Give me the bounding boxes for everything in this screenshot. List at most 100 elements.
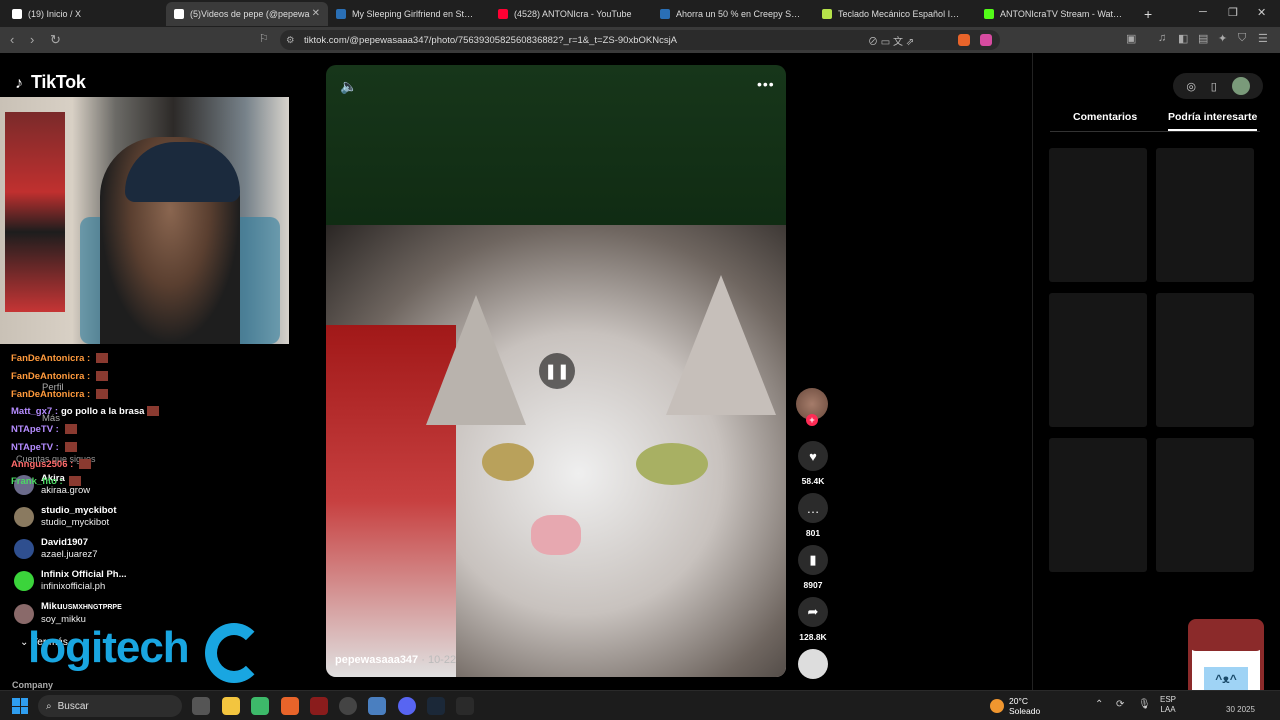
close-window-icon[interactable]: ✕ (1257, 6, 1266, 19)
tab-title: Teclado Mecánico Español Inalámbri (838, 8, 963, 19)
logitech-logo: logitech (28, 623, 190, 672)
brave-browser-icon[interactable] (281, 697, 299, 715)
comment-action[interactable]: … 801 (797, 493, 829, 538)
save-action[interactable]: ▮ 8907 (797, 545, 829, 590)
like-action[interactable]: ♥ 58.4K (797, 441, 829, 486)
clock-day: 30 (1226, 705, 1235, 714)
comment-count: 801 (805, 528, 821, 538)
suggested-video-tile[interactable] (1156, 148, 1254, 282)
settings-icon[interactable] (368, 697, 386, 715)
chat-message: FanDeAntonicra : (11, 371, 109, 382)
minimize-icon[interactable]: ─ (1199, 6, 1207, 18)
cat-ear-left (426, 295, 526, 425)
tab-you-may-like[interactable]: Podría interesarte (1168, 111, 1258, 131)
following-name-text: studio_myckibot (41, 505, 117, 516)
comment-icon[interactable]: … (798, 493, 828, 523)
browser-tab[interactable]: My Sleeping Girlfriend en Steam (328, 2, 490, 26)
suggested-video-tile[interactable] (1049, 148, 1147, 282)
forward-icon[interactable]: › (30, 32, 34, 47)
music-disc-icon[interactable] (798, 649, 828, 679)
search-placeholder: Buscar (57, 700, 89, 712)
store-icon (822, 8, 832, 19)
site-info-icon[interactable]: ⚙ (286, 35, 295, 46)
browser-tab[interactable]: (4528) ANTONIcra - YouTube (490, 2, 652, 26)
windows-taskbar: ⌕ Buscar 20°C Soleado ⌃ ⟳ 🎙 ESP LAA 30 2025 (0, 690, 1280, 720)
more-options-icon[interactable]: ••• (757, 76, 775, 92)
device-icon[interactable]: ▯ (1211, 80, 1217, 93)
microphone-icon[interactable]: 🎙 (1138, 699, 1151, 710)
video-author[interactable]: pepewasaaa347 · 10-22 (335, 654, 456, 666)
tab-comments[interactable]: Comentarios (1073, 111, 1137, 123)
windows-start-icon[interactable] (12, 698, 28, 714)
page-tools-icons[interactable]: ⊘ ▭ 文 ⇗ (868, 33, 914, 48)
browser-tab[interactable]: (19) Inicio / X (4, 2, 166, 26)
tabs-underline (1050, 131, 1260, 132)
avatar (14, 539, 34, 559)
chat-user: Matt_gx7 : (11, 406, 58, 417)
suggested-video-tile[interactable] (1156, 293, 1254, 427)
user-avatar[interactable] (1231, 77, 1250, 95)
cat-eye-right (636, 443, 708, 485)
suggested-video-tile[interactable] (1156, 438, 1254, 572)
chat-user: Frank_fito : (11, 476, 63, 487)
language-indicator[interactable]: ESP LAA (1160, 695, 1176, 715)
bookmark-save-icon[interactable]: ▮ (798, 545, 828, 575)
following-item[interactable]: Infinix Official Ph... infinixofficial.ph (14, 569, 127, 593)
activity-icon[interactable]: ◎ (1186, 80, 1196, 93)
screenshot-icon[interactable]: ▣ (1126, 32, 1136, 45)
bookmark-icon[interactable]: ⚐ (259, 32, 269, 45)
browser-tab[interactable]: Teclado Mecánico Español Inalámbri (814, 2, 976, 26)
browser-tab[interactable]: (5)Videos de pepe (@pepewa ✕ (166, 1, 328, 26)
chat-user: FanDeAntonicra : (11, 389, 91, 400)
heart-icon[interactable]: ♥ (798, 441, 828, 471)
following-item[interactable]: David1907 azael.juarez7 (14, 537, 98, 561)
pause-button[interactable]: ❚❚ (539, 353, 575, 389)
weather-widget[interactable]: 20°C Soleado (990, 696, 1040, 716)
browser-tab[interactable]: ANTONIcraTV Stream - Watch Live o (976, 2, 1138, 26)
steam-icon[interactable] (427, 697, 445, 715)
obs-icon[interactable] (339, 697, 357, 715)
wallet-icon[interactable]: ▤ (1198, 32, 1208, 45)
sidebar-toggle-icon[interactable]: ◧ (1178, 32, 1188, 45)
epic-games-icon[interactable] (456, 697, 474, 715)
following-item[interactable]: studio_myckibot studio_myckibot (14, 505, 117, 529)
address-bar[interactable]: ⚙ tiktok.com/@pepewasaaa347/photo/756393… (280, 30, 1000, 50)
reload-icon[interactable]: ↻ (50, 32, 61, 48)
tab-title: My Sleeping Girlfriend en Steam (352, 8, 477, 19)
vpn-icon[interactable]: ⛉ (1238, 32, 1246, 45)
task-view-icon[interactable] (192, 697, 210, 715)
maximize-icon[interactable]: ❐ (1228, 6, 1238, 19)
share-action[interactable]: ➦ 128.8K (797, 597, 829, 642)
share-icon[interactable]: ➦ (798, 597, 828, 627)
emote-icon (96, 389, 109, 400)
leo-ai-icon[interactable]: ✦ (1218, 32, 1227, 45)
network-icon[interactable]: ⟳ (1116, 699, 1124, 710)
following-name-text: Infinix Official Ph... (41, 569, 127, 580)
new-tab-icon[interactable]: + (1144, 6, 1152, 22)
media-icon[interactable]: ♫ (1158, 32, 1166, 44)
emote-icon (64, 424, 77, 435)
close-tab-icon[interactable]: ✕ (312, 8, 320, 19)
store-app-icon[interactable] (251, 697, 269, 715)
suggested-video-tile[interactable] (1049, 438, 1147, 572)
company-link[interactable]: Company (12, 680, 53, 690)
app-icon[interactable] (310, 697, 328, 715)
brave-rewards-icon[interactable] (980, 34, 992, 46)
volume-icon[interactable]: 🔈 (340, 78, 357, 95)
taskbar-search[interactable]: ⌕ Buscar (38, 695, 182, 717)
back-icon[interactable]: ‹ (10, 32, 14, 47)
tiktok-logo[interactable]: ♪ TikTok (15, 72, 86, 93)
chevron-up-icon[interactable]: ⌃ (1095, 699, 1103, 710)
brave-shield-icon[interactable] (958, 34, 970, 46)
menu-icon[interactable]: ☰ (1258, 32, 1268, 45)
sound-disc[interactable] (797, 649, 829, 679)
tiktok-page: ♪ TikTok Perfil Más Cuentas que sigues Ak… (0, 53, 1280, 715)
follow-plus-icon[interactable]: + (806, 414, 818, 426)
browser-tab[interactable]: Ahorra un 50 % en Creepy Shift: Roo (652, 2, 814, 26)
clock-date[interactable]: 30 2025 (1226, 705, 1255, 714)
file-explorer-icon[interactable] (222, 697, 240, 715)
browser-tab-bar: (19) Inicio / X (5)Videos de pepe (@pepew… (0, 0, 1280, 27)
discord-icon[interactable] (398, 697, 416, 715)
suggested-video-tile[interactable] (1049, 293, 1147, 427)
chat-message: NTApeTV : (11, 442, 77, 453)
